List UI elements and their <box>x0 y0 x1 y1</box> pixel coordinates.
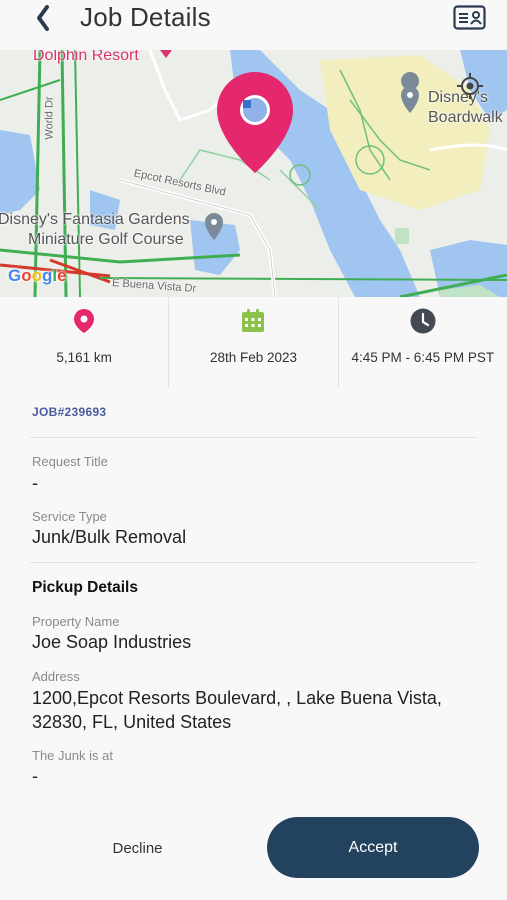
clock-icon <box>409 307 437 335</box>
crosshair-icon <box>457 73 483 99</box>
address-line2: 32830, FL, United States <box>32 712 232 732</box>
map-label-resort: Dolphin Resort <box>33 50 139 64</box>
job-summary-row: 5,161 km 28th Feb 2023 4:45 PM - 6:45 PM… <box>0 297 507 387</box>
property-name-label: Property Name <box>32 614 120 629</box>
distance-text: 5,161 km <box>56 350 112 365</box>
decline-button[interactable]: Decline <box>80 826 195 870</box>
location-pin-icon <box>70 307 98 335</box>
map-label-fantasia-line1: Disney's Fantasia Gardens <box>0 211 190 228</box>
pickup-details-heading: Pickup Details <box>32 579 138 596</box>
request-title-label: Request Title <box>32 454 108 469</box>
map-label-fantasia: Disney's Fantasia Gardens Miniature Golf… <box>0 210 190 250</box>
job-number: JOB#239693 <box>32 405 107 419</box>
map-label-world-dr: World Dr <box>43 96 56 140</box>
id-card-icon <box>453 5 486 30</box>
service-type-label: Service Type <box>32 509 107 524</box>
map-label-fantasia-line2: Miniature Golf Course <box>28 231 184 248</box>
my-location-button[interactable] <box>454 70 486 102</box>
service-type-value: Junk/Bulk Removal <box>32 527 187 547</box>
accept-button[interactable]: Accept <box>267 817 479 878</box>
chevron-left-icon <box>37 5 49 31</box>
divider <box>30 562 478 563</box>
request-title-value: - <box>32 473 38 493</box>
app-header: Job Details <box>0 0 507 50</box>
property-name-value: Joe Soap Industries <box>32 632 192 652</box>
junk-location-label: The Junk is at <box>32 748 113 763</box>
distance-cell: 5,161 km <box>0 297 168 387</box>
date-text: 28th Feb 2023 <box>209 350 298 365</box>
job-info-button[interactable] <box>453 5 486 30</box>
time-cell: 4:45 PM - 6:45 PM PST <box>337 297 507 387</box>
address-label: Address <box>32 669 80 684</box>
divider <box>30 437 478 438</box>
map-label-boardwalk-line2: Boardwalk <box>428 109 503 126</box>
job-location-map[interactable]: Dolphin Resort Disney's Fantasia Gardens… <box>0 50 507 297</box>
google-logo: Google <box>8 266 67 285</box>
junk-location-value: - <box>32 766 38 786</box>
back-button[interactable] <box>30 3 60 33</box>
page-title: Job Details <box>80 2 211 32</box>
time-text: 4:45 PM - 6:45 PM PST <box>351 350 495 365</box>
address-line1: 1200,Epcot Resorts Boulevard, , Lake Bue… <box>32 688 442 708</box>
calendar-icon <box>239 307 267 335</box>
date-cell: 28th Feb 2023 <box>168 297 337 387</box>
